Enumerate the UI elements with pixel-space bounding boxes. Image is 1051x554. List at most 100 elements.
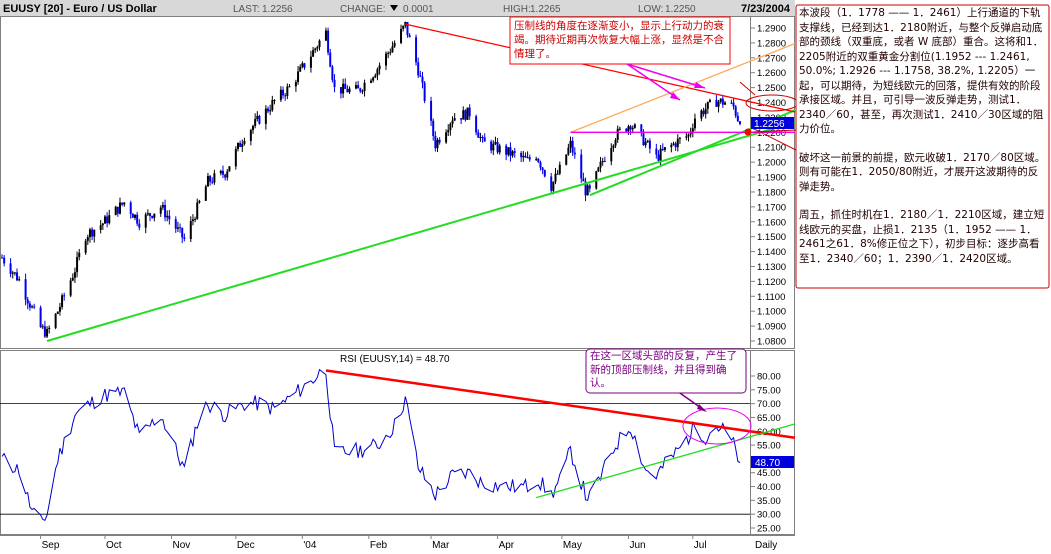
candle-body <box>543 170 546 177</box>
candle-body <box>329 52 332 67</box>
rsi-annotation-text: 在这一区域头部的反复，产生了新的顶部压制线，并且得到确认。 <box>590 350 737 389</box>
candle-body <box>687 134 690 137</box>
rsi-tick-label: 45.00 <box>757 468 781 479</box>
header-low-value: 1.2250 <box>665 4 696 15</box>
rsi-tick-label: 30.00 <box>757 510 781 521</box>
price-tick-label: 1.2400 <box>757 98 786 109</box>
candle-body <box>588 185 591 189</box>
candle-body <box>629 126 632 130</box>
candle-body <box>28 303 31 308</box>
candle-body <box>56 311 59 314</box>
candle-body <box>48 327 51 329</box>
candle-body <box>314 48 317 51</box>
candle-body <box>603 160 606 162</box>
candle-body <box>601 160 604 162</box>
side-annotation-paragraph-1: 本波段（1．1778 —— 1．2461）上行通道的下轨支撑线，已经到达1．21… <box>799 7 1044 135</box>
side-annotation-paragraph-2: 破坏这一前景的前提，欧元收破1．2170／80区域。则有可能在1．2050/80… <box>799 151 1046 193</box>
candle-body <box>393 42 396 47</box>
candle-body <box>144 214 147 228</box>
candle-body <box>730 102 733 104</box>
candle-body <box>618 128 621 130</box>
candle-body <box>567 147 570 155</box>
candle-body <box>288 86 291 88</box>
header-date: 7/23/2004 <box>741 3 791 15</box>
candle-body <box>354 85 357 89</box>
x-tick-label: Dec <box>237 540 255 550</box>
candle-body <box>194 218 197 220</box>
candle-body <box>149 213 152 216</box>
price-tick-label: 1.2000 <box>757 158 786 169</box>
side-annotation-paragraph-3: 周五，抓住时机在1．2180／1．2210区域，建立短线欧元的买盘，止损1．21… <box>799 209 1045 265</box>
candle-body <box>161 204 164 208</box>
candle-body <box>704 108 707 115</box>
candle-body <box>460 118 463 120</box>
candle-body <box>123 202 126 205</box>
candle-body <box>91 229 94 237</box>
candle-body <box>612 145 615 149</box>
x-tick-label: Daily <box>755 540 777 550</box>
candle-body <box>76 257 79 273</box>
candle-body <box>252 126 255 131</box>
candle-body <box>316 47 319 49</box>
x-tick-label: May <box>563 540 582 550</box>
candle-body <box>26 299 29 304</box>
candle-body <box>539 162 542 168</box>
candle-body <box>659 148 662 161</box>
candle-body <box>273 100 276 102</box>
candle-body <box>417 62 420 76</box>
candle-body <box>342 83 345 94</box>
candle-body <box>33 306 36 308</box>
candle-body <box>625 128 628 132</box>
price-tick-label: 1.1500 <box>757 232 786 243</box>
candle-body <box>663 147 666 150</box>
candle-body <box>599 161 602 168</box>
candle-body <box>389 52 392 54</box>
candle-body <box>234 148 237 167</box>
candle-body <box>693 118 696 129</box>
candle-body <box>475 116 478 133</box>
candle-body <box>676 138 679 148</box>
candle-body <box>537 158 540 163</box>
candle-body <box>483 137 486 142</box>
candle-body <box>391 46 394 53</box>
candle-body <box>614 139 617 146</box>
candle-body <box>99 225 102 230</box>
candle-body <box>640 124 643 132</box>
candle-body <box>528 157 531 160</box>
rsi-tick-label: 80.00 <box>757 372 781 383</box>
x-tick-label: Nov <box>172 540 190 550</box>
candle-body <box>31 306 34 308</box>
candle-body <box>303 63 306 68</box>
candle-body <box>359 88 362 92</box>
header-change-value: 0.0001 <box>403 4 434 15</box>
candle-body <box>333 79 336 88</box>
candle-body <box>642 131 645 146</box>
candle-body <box>736 115 739 122</box>
candle-body <box>490 141 493 151</box>
x-tick-label: Jul <box>694 540 707 550</box>
candle-body <box>644 141 647 146</box>
candle-body <box>661 148 664 150</box>
side-annotation-text: 本波段（1．1778 —— 1．2461）上行通道的下轨支撑线，已经到达1．21… <box>799 6 1047 266</box>
header-high-value: 1.2265 <box>530 4 561 15</box>
candle-body <box>131 213 134 218</box>
candle-body <box>243 140 246 144</box>
candle-body <box>206 176 209 187</box>
price-annotation-text: 压制线的角度在逐渐变小，显示上行动力的衰竭。期待近期再次恢复大幅上涨，显然是不合… <box>514 20 724 60</box>
candle-body <box>616 128 619 140</box>
price-tick-label: 1.0900 <box>757 322 786 333</box>
candle-body <box>348 88 351 93</box>
candle-body <box>221 170 224 175</box>
candle-body <box>479 137 482 139</box>
rsi-tick-label: 70.00 <box>757 399 781 410</box>
candle-body <box>573 152 576 155</box>
candle-body <box>286 86 289 96</box>
header-change-label: CHANGE: <box>340 4 386 15</box>
candle-body <box>627 126 630 132</box>
rsi-tick-label: 25.00 <box>757 524 781 535</box>
candle-body <box>61 295 64 308</box>
candle-body <box>374 75 377 78</box>
candle-body <box>258 115 261 124</box>
candle-body <box>715 99 718 107</box>
candle-body <box>498 145 501 153</box>
